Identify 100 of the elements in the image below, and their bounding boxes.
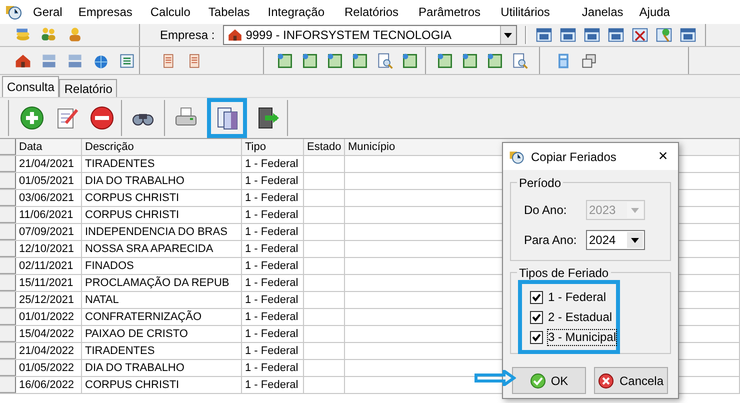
table-cell: 25/12/2021: [19, 294, 74, 306]
document-icon[interactable]: [401, 52, 419, 70]
row-header[interactable]: [0, 173, 16, 189]
row-header[interactable]: [0, 190, 16, 206]
table-cell: 1 - Federal: [245, 311, 298, 323]
row-header[interactable]: [0, 309, 16, 325]
table-cell: CORPUS CHRISTI: [85, 209, 180, 221]
dropdown-arrow-icon: [631, 238, 639, 242]
document-search-icon[interactable]: [511, 52, 529, 70]
check-mark-icon: [532, 312, 541, 322]
menu-item[interactable]: Empresas: [77, 3, 134, 21]
add-icon[interactable]: [19, 105, 45, 131]
table-cell: 1 - Federal: [245, 243, 298, 255]
check-icon: [530, 372, 546, 388]
menu-item[interactable]: Tabelas: [207, 3, 251, 21]
table-cell: 1 - Federal: [245, 345, 298, 357]
table-cell: DIA DO TRABALHO: [85, 175, 184, 187]
row-header[interactable]: [0, 377, 16, 393]
menu-item[interactable]: Ajuda: [638, 3, 671, 21]
row-header[interactable]: [0, 326, 16, 342]
table-cell: 07/09/2021: [19, 226, 74, 238]
document-icon[interactable]: [351, 52, 369, 70]
document-icon[interactable]: [461, 52, 479, 70]
server-icon[interactable]: [40, 52, 58, 70]
server-icon[interactable]: [66, 52, 84, 70]
table-cell: CONFRATERNIZAÇÃO: [85, 311, 202, 323]
table-cell: 01/01/2022: [19, 311, 74, 323]
arrow-icon: [474, 370, 516, 386]
calendar-icon[interactable]: [606, 26, 625, 44]
table-cell: 03/06/2021: [19, 192, 74, 204]
table-cell: 12/10/2021: [19, 243, 74, 255]
menu-item[interactable]: Relatórios: [344, 3, 400, 21]
windows-icon[interactable]: [580, 52, 598, 70]
table-cell: TIRADENTES: [85, 345, 155, 357]
row-header[interactable]: [0, 156, 16, 172]
menu-item[interactable]: Integração: [266, 3, 326, 21]
table-cell: DIA DO TRABALHO: [85, 362, 184, 374]
checkbox[interactable]: [530, 290, 543, 304]
document-icon[interactable]: [276, 52, 294, 70]
document-icon[interactable]: [301, 52, 319, 70]
table-cell: PROCLAMAÇÃO DA REPUB: [85, 277, 230, 289]
row-header[interactable]: [0, 241, 16, 257]
table-cell: 1 - Federal: [245, 362, 298, 374]
document-icon[interactable]: [486, 52, 504, 70]
document-icon[interactable]: [436, 52, 454, 70]
table-cell: CORPUS CHRISTI: [85, 192, 180, 204]
menu-item[interactable]: Geral: [32, 3, 64, 21]
calendar-icon[interactable]: [678, 26, 697, 44]
tab[interactable]: Relatório: [59, 79, 118, 97]
pin-icon[interactable]: [654, 26, 673, 44]
calendar-icon[interactable]: [582, 26, 601, 44]
row-header[interactable]: [0, 275, 16, 291]
company-dropdown[interactable]: 9999 - INFORSYSTEM TECNOLOGIA: [222, 25, 517, 45]
row-header[interactable]: [0, 139, 16, 155]
menu-item[interactable]: Calculo: [149, 3, 192, 21]
table-cell: 15/04/2022: [19, 328, 74, 340]
house-icon: [226, 27, 243, 43]
row-header[interactable]: [0, 224, 16, 240]
check-mark-icon: [532, 332, 541, 342]
row-header[interactable]: [0, 207, 16, 223]
calendar-icon[interactable]: [558, 26, 577, 44]
close-button[interactable]: ×: [648, 144, 678, 170]
checkbox-label: 1 - Federal: [548, 290, 606, 304]
check-mark-icon: [532, 292, 541, 302]
list-icon[interactable]: [118, 52, 136, 70]
checkbox[interactable]: [530, 330, 543, 344]
document-search-icon[interactable]: [376, 52, 394, 70]
row-header[interactable]: [0, 292, 16, 308]
checkbox-label: 3 - Municipal: [548, 330, 616, 344]
table-cell: 1 - Federal: [245, 294, 298, 306]
field-label: Do Ano:: [524, 202, 568, 219]
ok-button[interactable]: OK: [512, 367, 586, 394]
checkbox[interactable]: [530, 310, 543, 324]
table-cell: 1 - Federal: [245, 277, 298, 289]
row-header[interactable]: [0, 343, 16, 359]
cancel-icon: [598, 372, 614, 388]
row-header[interactable]: [0, 360, 16, 376]
table-cell: 02/11/2021: [19, 260, 74, 272]
menu-item[interactable]: Utilitários: [500, 3, 551, 21]
column-header[interactable]: Município: [348, 141, 396, 153]
checkbox-label: 2 - Estadual: [548, 310, 612, 324]
table-cell: 01/05/2021: [19, 175, 74, 187]
menu-item[interactable]: Janelas: [580, 3, 624, 21]
table-cell: NATAL: [85, 294, 119, 306]
cancel-button[interactable]: Cancela: [594, 367, 668, 394]
table-cell: 21/04/2021: [19, 158, 74, 170]
table-cell: INDEPENDENCIA DO BRAS: [85, 226, 228, 238]
delete-icon[interactable]: [89, 105, 115, 131]
document-icon[interactable]: [326, 52, 344, 70]
table-cell: PAIXAO DE CRISTO: [85, 328, 188, 340]
table-cell: 1 - Federal: [245, 226, 298, 238]
calendar-icon[interactable]: [534, 26, 553, 44]
table-cell: 1 - Federal: [245, 175, 298, 187]
year-dropdown[interactable]: 2024: [586, 230, 645, 250]
table-cell: 16/06/2022: [19, 379, 74, 391]
company-label: Empresa :: [160, 27, 215, 44]
row-header[interactable]: [0, 258, 16, 274]
tab[interactable]: Consulta: [2, 76, 60, 97]
menu-item[interactable]: Parâmetros: [418, 3, 482, 21]
table-cell: TIRADENTES: [85, 158, 155, 170]
